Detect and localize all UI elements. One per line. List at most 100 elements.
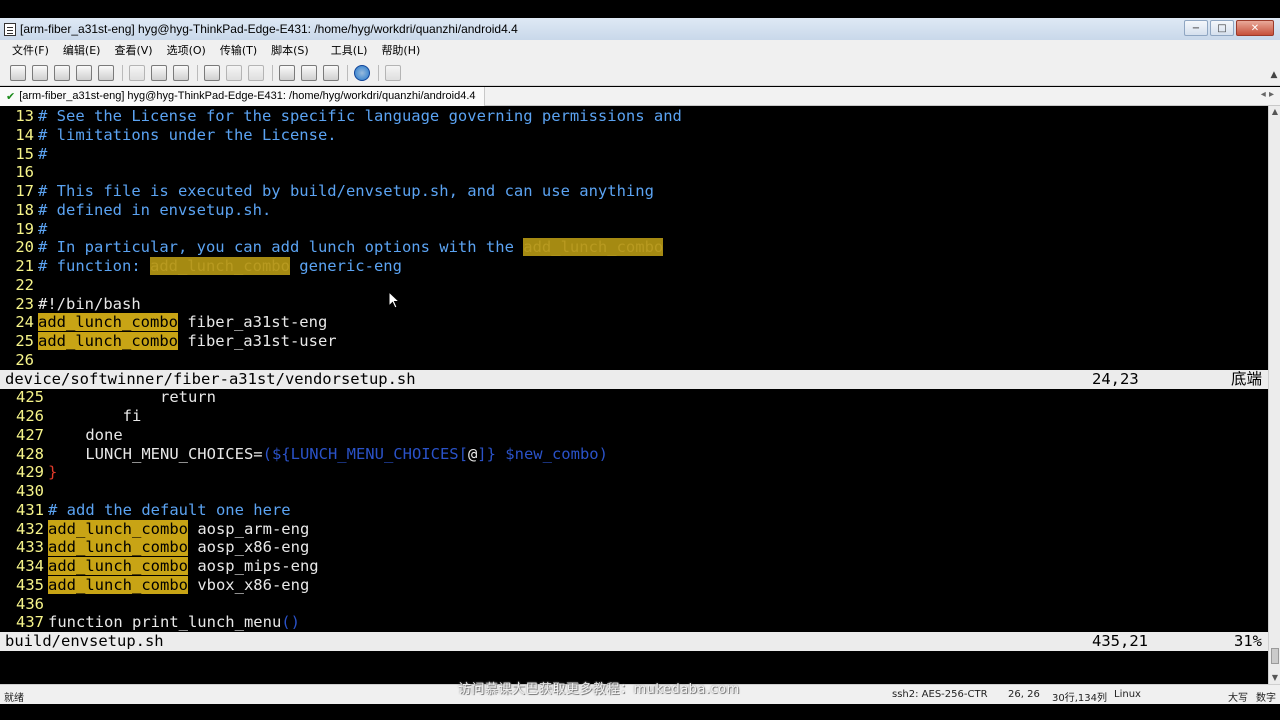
search-highlight: add_lunch_combo (149, 257, 290, 275)
print-icon[interactable] (204, 64, 220, 81)
ready-status: 就绪 (4, 693, 24, 704)
code-text: fiber_a31st-eng (177, 313, 328, 332)
menu-bar: 文件(F) 编辑(E) 查看(V) 选项(O) 传输(T) 脚本(S) 工具(L… (0, 40, 1280, 60)
code-text: # See the License for the specific langu… (38, 107, 682, 125)
code-text: aosp_x86-eng (187, 538, 310, 557)
reconnect-icon[interactable] (76, 64, 92, 81)
scroll-down-icon[interactable]: ▼ (1269, 672, 1280, 684)
search-highlight: add_lunch_combo (48, 538, 188, 557)
terminal-line: 428 LUNCH_MENU_CHOICES=(${LUNCH_MENU_CHO… (0, 445, 1268, 464)
cursor-status: 26, 26 (1008, 689, 1040, 700)
terminal-line: 13 # See the License for the specific lan… (0, 107, 1268, 126)
scrollbar-thumb[interactable] (1271, 648, 1279, 664)
line-number: 23 (15, 294, 34, 313)
terminal-line: 26 (0, 351, 1268, 370)
quick-connect-icon[interactable] (32, 64, 48, 81)
keymap-icon[interactable] (323, 64, 339, 81)
menu-file[interactable]: 文件(F) (12, 42, 49, 58)
find-icon[interactable] (173, 64, 189, 81)
help-icon[interactable] (354, 64, 370, 81)
connect-tab-icon[interactable] (54, 64, 70, 81)
line-number: 431 (16, 500, 44, 519)
line-number: 15 (15, 144, 34, 163)
copy-icon[interactable] (129, 64, 145, 81)
code-string: (${LUNCH_MENU_CHOICES[ (262, 444, 468, 463)
tab-scroll-arrows[interactable]: ◂ ▸ (1261, 89, 1274, 100)
code-comment: # In particular, you can add lunch optio… (38, 238, 524, 257)
maximize-button[interactable]: □ (1210, 20, 1234, 36)
code-text: return (48, 388, 216, 407)
code-text: aosp_mips-eng (187, 557, 319, 575)
status-cursor-pos: 435,21 (1092, 632, 1148, 650)
terminal-line: 18 # defined in envsetup.sh. (0, 201, 1268, 220)
terminal-line: 434 add_lunch_combo aosp_mips-eng (0, 557, 1268, 576)
search-highlight: add_lunch_combo (523, 238, 664, 257)
line-number: 16 (15, 163, 34, 182)
chevron-up-icon[interactable]: ▲ (1268, 70, 1280, 84)
code-text: # (38, 219, 48, 238)
vertical-scrollbar[interactable]: ▲ ▼ (1268, 106, 1280, 684)
toolbar-separator (272, 64, 273, 81)
session-tab-bar: ✔ [arm-fiber_a31st-eng] hyg@hyg-ThinkPad… (0, 86, 1280, 106)
terminal-line: 432 add_lunch_combo aosp_arm-eng (0, 519, 1268, 539)
code-string: ]} $new_combo) (477, 444, 608, 463)
paste-icon[interactable] (151, 64, 167, 81)
terminal-line: 427 done (0, 426, 1268, 445)
menu-edit[interactable]: 编辑(E) (63, 42, 101, 58)
terminal-line: 21 # function: add_lunch_combo generic-en… (0, 257, 1268, 276)
session-options-icon[interactable] (279, 64, 295, 81)
minimize-button[interactable]: − (1184, 20, 1208, 36)
scroll-up-icon[interactable]: ▲ (1269, 106, 1280, 118)
toolbar (0, 60, 1280, 86)
session-tab[interactable]: ✔ [arm-fiber_a31st-eng] hyg@hyg-ThinkPad… (0, 86, 485, 106)
caps-status: 大写 (1228, 693, 1248, 704)
close-button[interactable]: ✕ (1236, 20, 1274, 36)
line-number: 20 (15, 238, 34, 257)
terminal-line: 24 add_lunch_combo fiber_a31st-eng (0, 313, 1268, 332)
global-options-icon[interactable] (301, 64, 317, 81)
code-string: () (281, 613, 300, 632)
status-percent: 底端 (1230, 369, 1262, 388)
menu-options[interactable]: 选项(O) (167, 42, 206, 58)
line-number: 25 (15, 332, 34, 350)
toolbar-separator (378, 64, 379, 81)
line-number: 427 (16, 425, 44, 444)
print-setup-icon[interactable] (226, 64, 242, 81)
sftp-icon[interactable] (385, 64, 401, 81)
app-icon[interactable] (4, 22, 16, 36)
code-text: vbox_x86-eng (187, 575, 310, 594)
print-preview-icon[interactable] (248, 64, 264, 81)
menu-view[interactable]: 查看(V) (114, 42, 152, 58)
line-number: 428 (16, 444, 44, 463)
session-tab-label: [arm-fiber_a31st-eng] hyg@hyg-ThinkPad-E… (19, 90, 476, 102)
line-number: 425 (16, 388, 44, 407)
num-status: 数字 (1256, 693, 1276, 704)
terminal-line: 431 # add the default one here (0, 501, 1268, 520)
line-number: 22 (15, 275, 34, 294)
menu-transfer[interactable]: 传输(T) (220, 42, 257, 58)
terminal[interactable]: 13 # See the License for the specific lan… (0, 106, 1268, 684)
disconnect-icon[interactable] (98, 64, 114, 81)
menu-help[interactable]: 帮助(H) (381, 42, 420, 58)
search-highlight: add_lunch_combo (48, 557, 188, 575)
line-number: 435 (16, 575, 44, 594)
code-text: # This file is executed by build/envsetu… (38, 182, 654, 200)
line-number: 17 (15, 182, 34, 200)
status-filename: device/softwinner/fiber-a31st/vendorsetu… (5, 369, 416, 388)
code-text: @ (467, 444, 478, 463)
code-brace: } (48, 463, 58, 482)
line-number: 13 (15, 107, 34, 125)
menu-tools[interactable]: 工具(L) (331, 42, 368, 58)
connect-icon[interactable] (10, 64, 26, 81)
terminal-line: 426 fi (0, 407, 1268, 426)
code-text: function print_lunch_menu (48, 613, 282, 632)
code-text: done (48, 425, 123, 444)
terminal-line: 430 (0, 482, 1268, 501)
menu-script[interactable]: 脚本(S) (271, 42, 309, 58)
terminal-line: 14 # limitations under the License. (0, 126, 1268, 145)
code-text: LUNCH_MENU_CHOICES= (48, 444, 263, 463)
code-text: #!/bin/bash (38, 294, 141, 313)
line-number: 19 (15, 219, 34, 238)
vim-status-line-bottom: build/envsetup.sh 435,21 31% (0, 632, 1268, 651)
window-controls: − □ ✕ (1184, 20, 1274, 36)
